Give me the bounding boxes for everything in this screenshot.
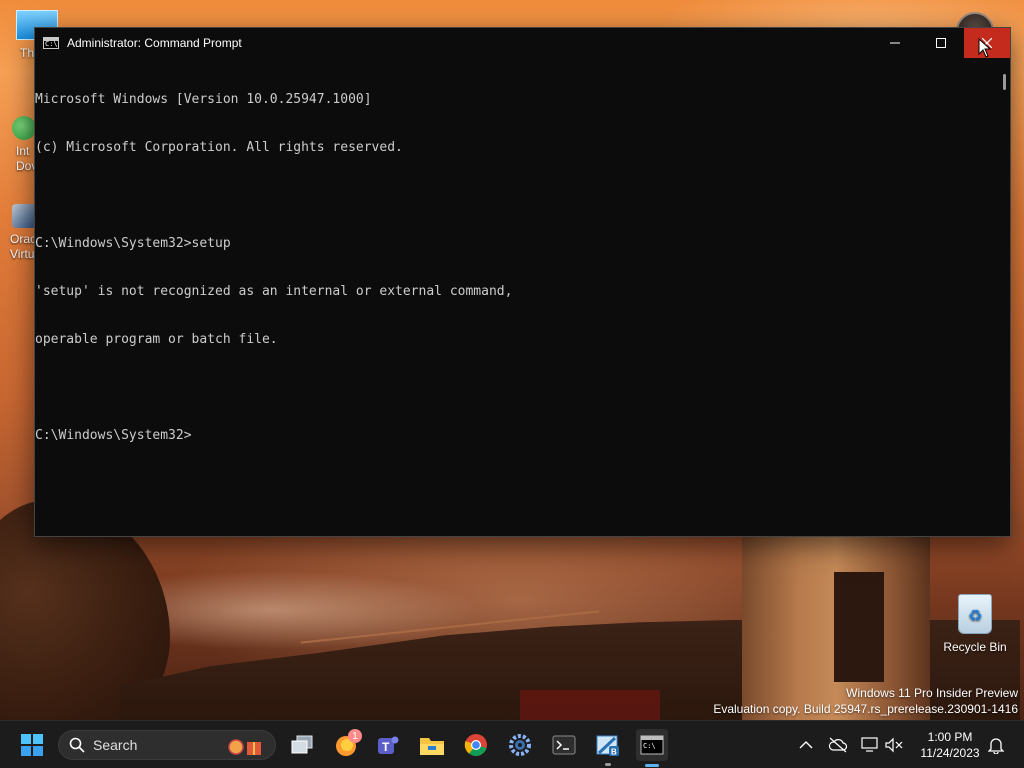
svg-text:B: B bbox=[611, 748, 617, 757]
recycle-bin-label: Recycle Bin bbox=[943, 640, 1007, 654]
window-title: Administrator: Command Prompt bbox=[67, 36, 242, 50]
cloud-off-icon bbox=[828, 737, 848, 753]
console-line: 'setup' is not recognized as an internal… bbox=[35, 284, 513, 299]
taskbar-app-chrome[interactable] bbox=[460, 729, 492, 761]
show-hidden-icons-button[interactable] bbox=[796, 735, 816, 755]
chrome-icon bbox=[464, 734, 487, 756]
clock-date: 11/24/2023 bbox=[920, 746, 980, 760]
wallpaper-shade bbox=[520, 690, 660, 720]
taskbar-app-command-prompt[interactable]: C:\ bbox=[636, 729, 668, 767]
maximize-icon bbox=[936, 38, 946, 48]
search-highlight-icon bbox=[228, 739, 261, 755]
command-prompt-icon[interactable]: C:\ bbox=[43, 37, 59, 49]
taskbar-search[interactable]: Search bbox=[58, 730, 276, 760]
taskbar-app-hyperv[interactable]: B bbox=[592, 729, 624, 766]
bell-icon bbox=[988, 738, 1004, 754]
notification-badge: 1 bbox=[348, 729, 362, 743]
active-indicator bbox=[645, 764, 659, 767]
evaluation-watermark: Windows 11 Pro Insider Preview Evaluatio… bbox=[713, 685, 1018, 717]
speaker-muted-icon bbox=[885, 737, 903, 753]
desktop-icon-internet-download[interactable]: Int Dov bbox=[0, 116, 38, 174]
command-prompt-icon: C:\ bbox=[640, 735, 664, 755]
svg-text:T: T bbox=[382, 740, 390, 754]
running-indicator bbox=[605, 763, 611, 766]
notifications-button[interactable] bbox=[986, 735, 1006, 755]
console-prompt-line: C:\Windows\System32> bbox=[35, 428, 192, 443]
scrollbar-thumb[interactable] bbox=[1003, 74, 1006, 90]
watermark-line1: Windows 11 Pro Insider Preview bbox=[846, 686, 1018, 700]
windows-logo-icon bbox=[21, 734, 43, 756]
network-button[interactable] bbox=[860, 735, 880, 755]
console-line: operable program or batch file. bbox=[35, 332, 278, 347]
taskbar: Search 1 T B C:\ 1:00 PM 11/24/2023 bbox=[0, 720, 1024, 768]
taskbar-app-settings[interactable] bbox=[504, 729, 536, 761]
maximize-button[interactable] bbox=[918, 28, 964, 58]
console-line: Microsoft Windows [Version 10.0.25947.10… bbox=[35, 92, 372, 107]
app-icon-text: C:\ bbox=[45, 40, 58, 48]
teams-icon: T bbox=[378, 736, 399, 754]
desktop-icon-recycle-bin[interactable]: ♻ Recycle Bin bbox=[940, 594, 1010, 654]
desktop-icon-label: Th bbox=[20, 46, 35, 60]
desktop-icon-virtualbox[interactable]: Orac Virtu bbox=[0, 204, 37, 262]
recycle-bin-icon: ♻ bbox=[958, 594, 992, 634]
hyperv-icon: B bbox=[596, 735, 619, 757]
cloud-sync-button[interactable] bbox=[828, 735, 848, 755]
console-line: (c) Microsoft Corporation. All rights re… bbox=[35, 140, 403, 155]
chevron-up-icon bbox=[799, 741, 813, 749]
console-line: C:\Windows\System32>setup bbox=[35, 236, 231, 251]
desktop-icon-this-pc[interactable]: Th bbox=[0, 10, 58, 60]
virtualbox-icon bbox=[12, 204, 36, 228]
taskbar-app-file-explorer[interactable] bbox=[416, 729, 448, 761]
watermark-line2: Evaluation copy. Build 25947.rs_prerelea… bbox=[713, 702, 1018, 716]
taskbar-app-teams[interactable]: T bbox=[372, 729, 404, 761]
volume-button[interactable] bbox=[884, 735, 904, 755]
task-view-button[interactable] bbox=[286, 729, 318, 761]
minimize-button[interactable] bbox=[872, 28, 918, 58]
taskbar-app-firefox[interactable]: 1 bbox=[330, 729, 362, 761]
svg-text:C:\: C:\ bbox=[643, 742, 656, 750]
taskbar-clock[interactable]: 1:00 PM 11/24/2023 bbox=[910, 729, 990, 761]
command-prompt-window[interactable]: C:\ Administrator: Command Prompt Micros… bbox=[34, 27, 1011, 537]
terminal-icon bbox=[552, 735, 576, 755]
clock-time: 1:00 PM bbox=[927, 730, 973, 744]
desktop-icon-label: Orac Virtu bbox=[10, 232, 37, 261]
desktop-icon-label: Int Dov bbox=[16, 144, 38, 173]
internet-download-icon bbox=[12, 116, 36, 140]
taskbar-app-terminal[interactable] bbox=[548, 729, 580, 761]
console-output[interactable]: Microsoft Windows [Version 10.0.25947.10… bbox=[35, 60, 995, 530]
search-label: Search bbox=[93, 737, 138, 753]
start-button[interactable] bbox=[16, 729, 48, 761]
network-monitor-icon bbox=[861, 737, 878, 752]
settings-icon bbox=[509, 734, 531, 756]
file-explorer-icon bbox=[420, 738, 444, 755]
task-view-icon bbox=[291, 735, 313, 754]
minimize-icon bbox=[890, 42, 900, 44]
title-bar[interactable]: C:\ Administrator: Command Prompt bbox=[35, 28, 1010, 58]
search-icon bbox=[69, 737, 85, 753]
mouse-cursor-icon bbox=[978, 38, 992, 58]
